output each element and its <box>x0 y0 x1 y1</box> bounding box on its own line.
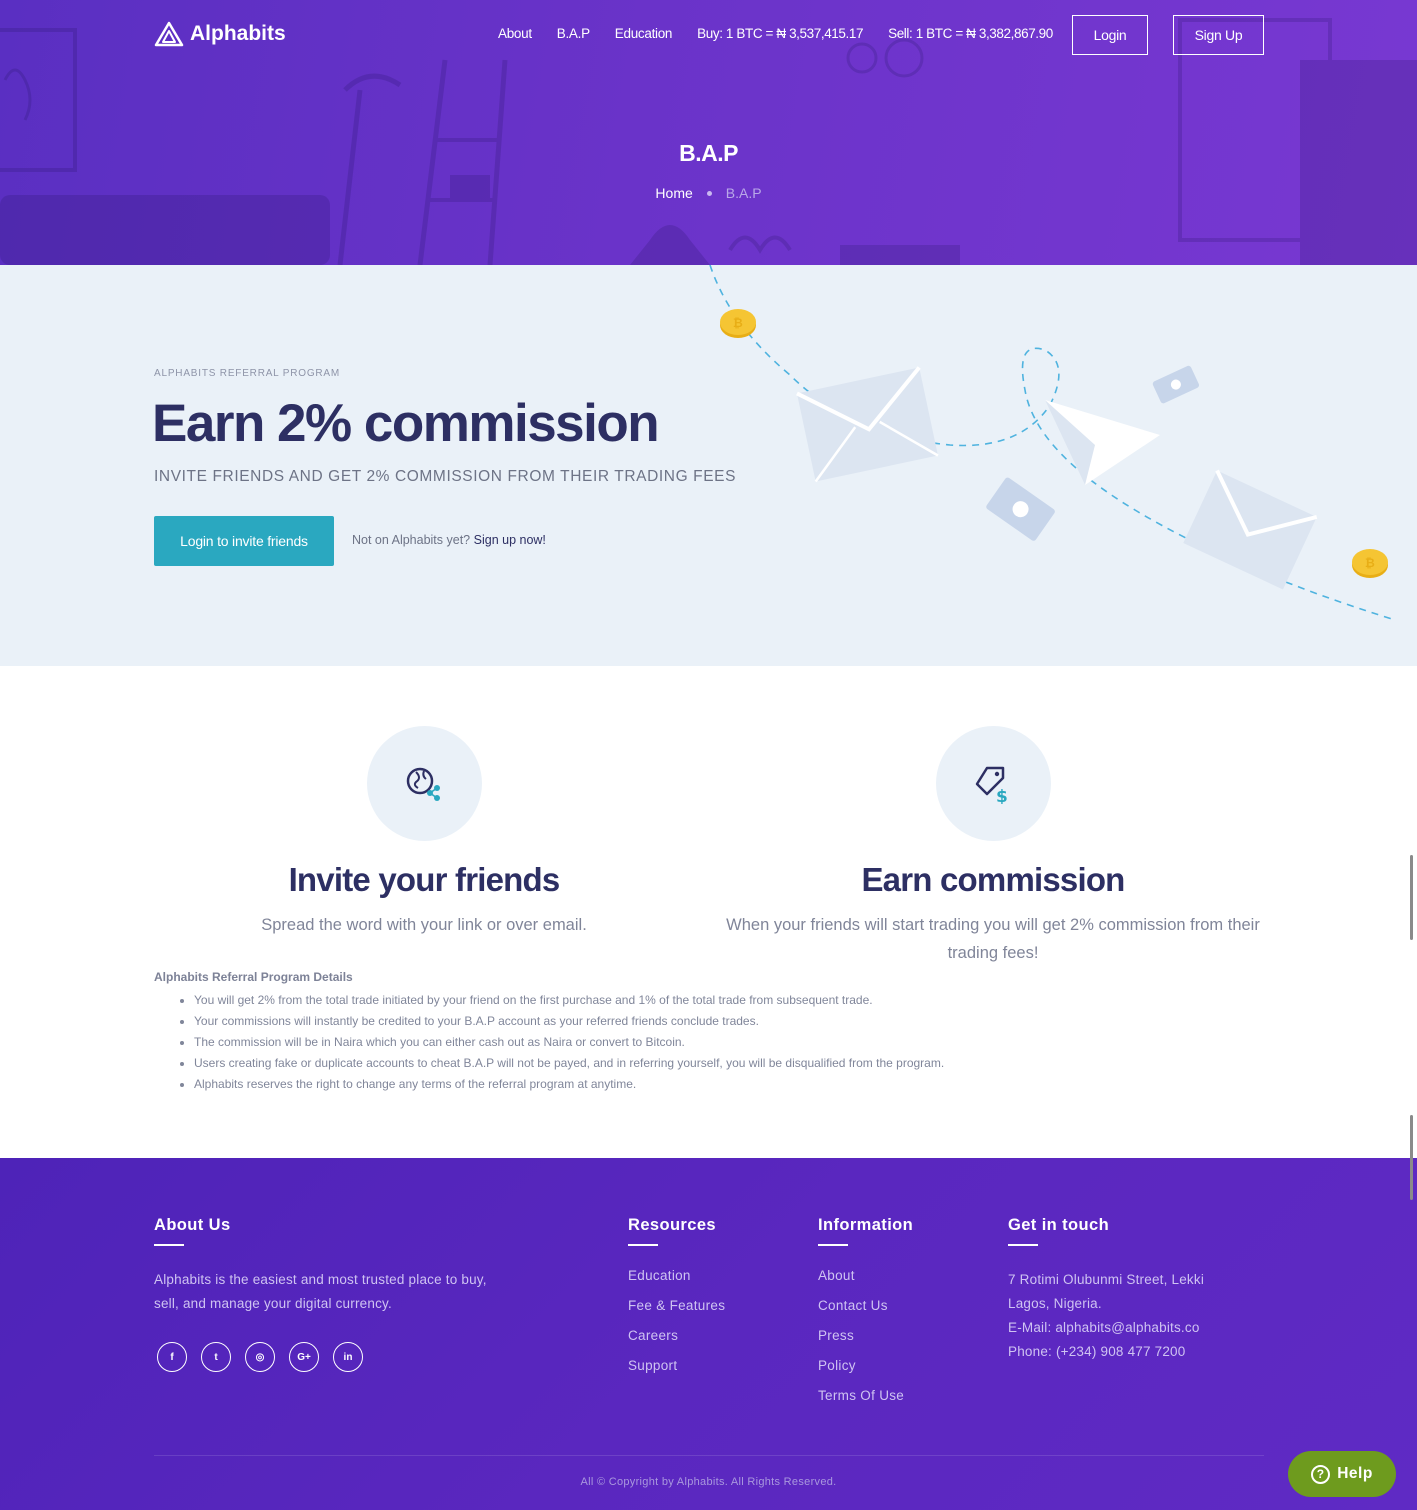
nav-education[interactable]: Education <box>615 26 673 41</box>
scrollbar-thumb[interactable] <box>1410 855 1413 940</box>
help-button[interactable]: ? Help <box>1288 1451 1396 1497</box>
footer-link-about[interactable]: About <box>818 1261 988 1291</box>
facebook-icon[interactable]: f <box>157 1342 187 1372</box>
nav-about[interactable]: About <box>498 26 532 41</box>
svg-text:₿: ₿ <box>1365 556 1375 570</box>
price-tag-dollar-icon: $ <box>975 766 1008 804</box>
site-footer: About Us Alphabits is the easiest and mo… <box>0 1158 1417 1510</box>
breadcrumb-separator <box>706 190 712 196</box>
footer-link-contact[interactable]: Contact Us <box>818 1291 988 1321</box>
heading-underline <box>628 1244 658 1246</box>
login-button[interactable]: Login <box>1072 15 1148 55</box>
feature-description: When your friends will start trading you… <box>726 916 1260 962</box>
bitcoin-coin-icon: ₿ <box>720 309 756 338</box>
linkedin-icon[interactable]: in <box>333 1342 363 1372</box>
twitter-icon[interactable]: t <box>201 1342 231 1372</box>
footer-contact: Get in touch 7 Rotimi Olubunmi Street, L… <box>1008 1216 1268 1364</box>
footer-link-terms[interactable]: Terms Of Use <box>818 1381 988 1411</box>
banknote-icon <box>986 477 1055 541</box>
buy-rate: Buy: 1 BTC = ₦ 3,537,415.17 <box>697 26 864 41</box>
footer-heading: Resources <box>628 1216 716 1234</box>
share-globe-icon <box>406 767 440 801</box>
feature-description: Spread the word with your link or over e… <box>261 916 587 934</box>
footer-link-press[interactable]: Press <box>818 1321 988 1351</box>
page-title: B.A.P <box>679 140 738 166</box>
footer-resources: Resources Education Fee & Features Caree… <box>628 1216 798 1381</box>
banknote-icon <box>1152 365 1200 404</box>
footer-heading: Get in touch <box>1008 1216 1110 1234</box>
sell-rate: Sell: 1 BTC = ₦ 3,382,867.90 <box>888 26 1053 41</box>
contact-address: 7 Rotimi Olubunmi Street, Lekki <box>1008 1272 1205 1287</box>
signup-note: Not on Alphabits yet? Sign up now! <box>352 533 546 547</box>
breadcrumb-current: B.A.P <box>725 185 762 201</box>
contact-email[interactable]: E-Mail: alphabits@alphabits.co <box>1008 1316 1268 1340</box>
footer-heading: About Us <box>154 1216 231 1234</box>
list-item: Users creating fake or duplicate account… <box>194 1053 1264 1074</box>
footer-about: About Us Alphabits is the easiest and mo… <box>154 1216 514 1372</box>
google-plus-icon[interactable]: G+ <box>289 1342 319 1372</box>
bitcoin-coin-icon: ₿ <box>1352 549 1388 578</box>
program-details: Alphabits Referral Program Details You w… <box>154 970 1264 1095</box>
svg-text:$: $ <box>996 787 1008 804</box>
feature-earn: $ Earn commission When your friends will… <box>723 726 1263 967</box>
heading-underline <box>1008 1244 1038 1246</box>
heading-underline <box>818 1244 848 1246</box>
envelope-icon <box>796 366 939 483</box>
alphabits-logo-icon <box>154 21 184 47</box>
list-item: You will get 2% from the total trade ini… <box>194 990 1264 1011</box>
referral-eyebrow: ALPHABITS REFERRAL PROGRAM <box>154 368 341 379</box>
footer-heading: Information <box>818 1216 914 1234</box>
feature-invite: Invite your friends Spread the word with… <box>154 726 694 939</box>
contact-city: Lagos, Nigeria. <box>1008 1296 1102 1311</box>
scrollbar-thumb[interactable] <box>1410 1115 1413 1200</box>
list-item: Alphabits reserves the right to change a… <box>194 1074 1264 1095</box>
feature-icon-circle <box>366 726 482 841</box>
footer-link-education[interactable]: Education <box>628 1261 798 1291</box>
svg-text:₿: ₿ <box>733 316 743 330</box>
footer-link-fees[interactable]: Fee & Features <box>628 1291 798 1321</box>
signup-button[interactable]: Sign Up <box>1173 15 1264 55</box>
question-icon: ? <box>1311 1464 1331 1484</box>
login-to-invite-button[interactable]: Login to invite friends <box>154 516 334 566</box>
contact-phone: Phone: (+234) 908 477 7200 <box>1008 1344 1186 1359</box>
footer-link-careers[interactable]: Careers <box>628 1321 798 1351</box>
top-navigation: Alphabits About B.A.P Education Buy: 1 B… <box>0 0 1417 70</box>
footer-divider <box>154 1455 1264 1456</box>
footer-link-policy[interactable]: Policy <box>818 1351 988 1381</box>
nav-bap[interactable]: B.A.P <box>557 26 590 41</box>
footer-link-support[interactable]: Support <box>628 1351 798 1381</box>
breadcrumb: Home B.A.P <box>0 185 1417 201</box>
list-item: Your commissions will instantly be credi… <box>194 1011 1264 1032</box>
referral-banner: ALPHABITS REFERRAL PROGRAM Earn 2% commi… <box>0 265 1417 666</box>
list-item: The commission will be in Naira which yo… <box>194 1032 1264 1053</box>
footer-about-text: Alphabits is the easiest and most truste… <box>154 1272 487 1311</box>
program-details-list: You will get 2% from the total trade ini… <box>154 990 1264 1095</box>
program-details-title: Alphabits Referral Program Details <box>154 970 353 984</box>
logo-text: Alphabits <box>190 22 286 45</box>
breadcrumb-home[interactable]: Home <box>655 185 692 201</box>
instagram-icon[interactable]: ◎ <box>245 1342 275 1372</box>
signup-note-text: Not on Alphabits yet? <box>352 533 471 547</box>
feature-icon-circle: $ <box>935 726 1051 841</box>
heading-underline <box>154 1244 184 1246</box>
referral-headline: Earn 2% commission <box>152 394 660 453</box>
referral-illustration: ₿ ₿ <box>709 265 1396 621</box>
footer-information: Information About Contact Us Press Polic… <box>818 1216 988 1411</box>
feature-title: Earn commission <box>861 861 1125 898</box>
nav-links: About B.A.P Education Buy: 1 BTC = ₦ 3,5… <box>498 26 1053 41</box>
referral-subheadline: INVITE FRIENDS AND GET 2% COMMISSION FRO… <box>154 468 737 485</box>
help-label: Help <box>1337 1465 1373 1482</box>
brand-logo[interactable]: Alphabits <box>153 20 286 48</box>
social-links: f t ◎ G+ in <box>154 1342 514 1372</box>
hero-header: Alphabits About B.A.P Education Buy: 1 B… <box>0 0 1417 265</box>
envelope-icon <box>1183 469 1318 590</box>
paper-plane-icon <box>1045 400 1160 485</box>
signup-now-link[interactable]: Sign up now! <box>474 533 546 547</box>
feature-title: Invite your friends <box>288 861 561 898</box>
copyright-text: All © Copyright by Alphabits. All Rights… <box>580 1476 837 1488</box>
